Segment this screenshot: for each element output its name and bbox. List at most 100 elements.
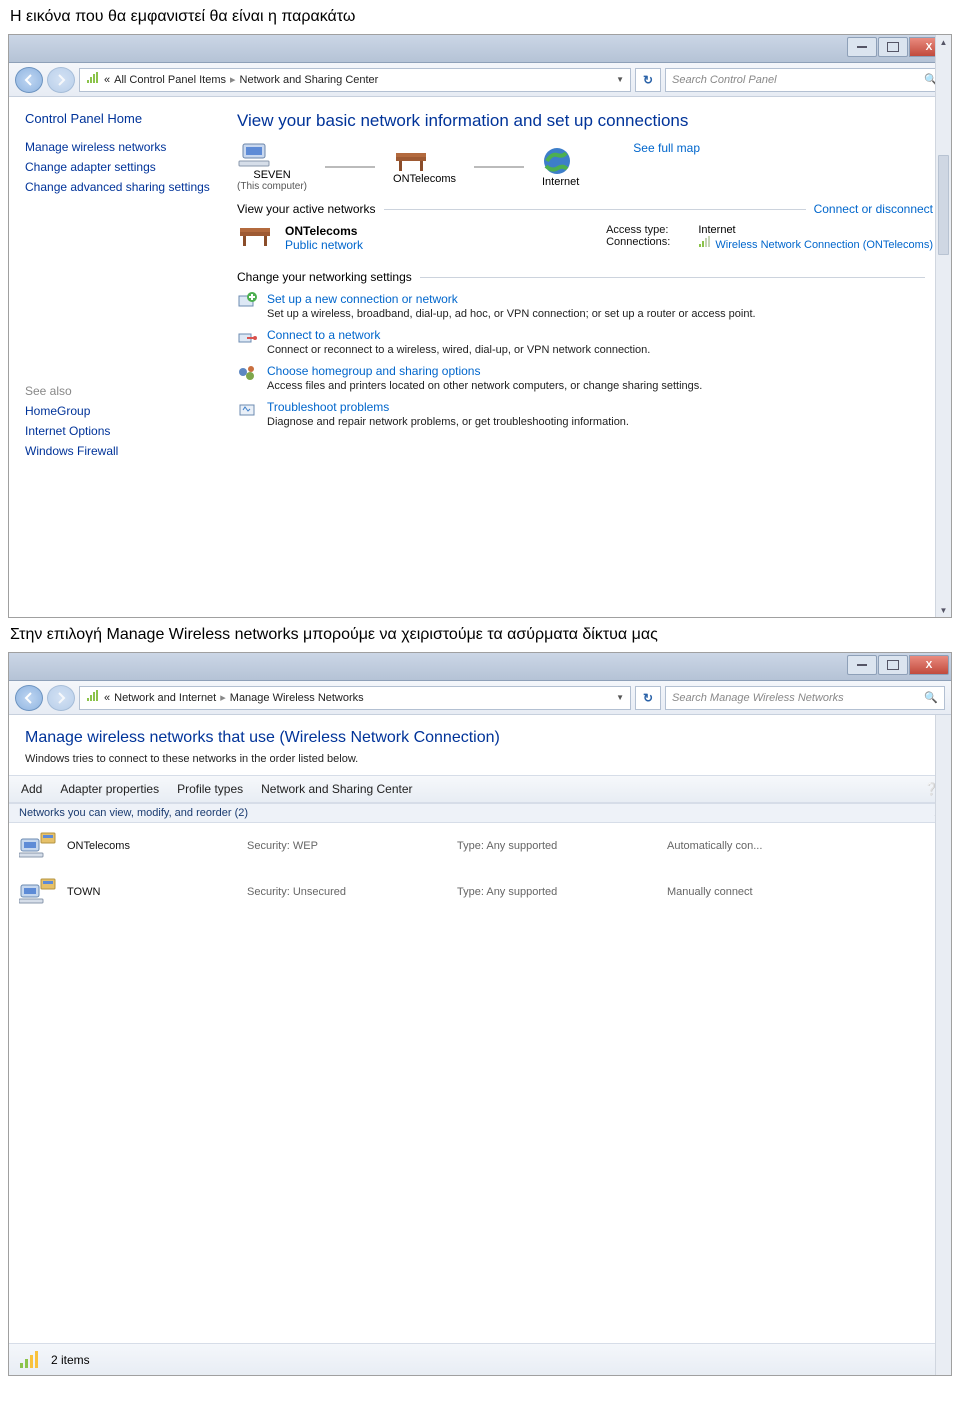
network-row[interactable]: TOWN Security: Unsecured Type: Any suppo… — [9, 869, 951, 915]
map-node3-label: Internet — [542, 176, 579, 188]
breadcrumb-seg1[interactable]: All Control Panel Items — [114, 74, 226, 86]
active-network-type-link[interactable]: Public network — [285, 238, 363, 252]
scrollbar-thumb[interactable] — [938, 155, 949, 255]
breadcrumb[interactable]: « All Control Panel Items ▸ Network and … — [79, 68, 631, 92]
toolbar-network-sharing-button[interactable]: Network and Sharing Center — [261, 782, 412, 796]
networks-group-header[interactable]: Networks you can view, modify, and reord… — [9, 803, 951, 823]
scroll-up-icon[interactable]: ▲ — [936, 35, 951, 49]
chevron-right-icon: ▸ — [220, 691, 226, 704]
toolbar-add-button[interactable]: Add — [21, 782, 42, 796]
wireless-network-icon — [19, 831, 57, 861]
network-security: Security: Unsecured — [247, 886, 447, 898]
task-troubleshoot[interactable]: Troubleshoot problems Diagnose and repai… — [237, 400, 933, 428]
task-desc: Set up a wireless, broadband, dial-up, a… — [267, 308, 756, 320]
search-icon: 🔍 — [924, 691, 938, 704]
connection-link[interactable]: Wireless Network Connection (ONTelecoms) — [715, 239, 933, 251]
maximize-button[interactable] — [878, 655, 908, 675]
back-button[interactable] — [15, 67, 43, 93]
breadcrumb-seg2[interactable]: Network and Sharing Center — [240, 74, 379, 86]
sidebar-item-change-adapter[interactable]: Change adapter settings — [25, 160, 213, 174]
task-homegroup[interactable]: Choose homegroup and sharing options Acc… — [237, 364, 933, 392]
sidebar-seealso-windows-firewall[interactable]: Windows Firewall — [25, 444, 213, 458]
window-body: Manage wireless networks that use (Wirel… — [9, 715, 951, 1375]
sidebar-seealso-internet-options[interactable]: Internet Options — [25, 424, 213, 438]
back-button[interactable] — [15, 685, 43, 711]
toolbar-adapter-properties-button[interactable]: Adapter properties — [60, 782, 159, 796]
toolbar-profile-types-button[interactable]: Profile types — [177, 782, 243, 796]
setup-connection-icon — [237, 292, 257, 312]
breadcrumb-seg1[interactable]: Network and Internet — [114, 692, 216, 704]
arrow-right-icon — [55, 692, 67, 704]
sidebar-item-advanced-sharing[interactable]: Change advanced sharing settings — [25, 180, 213, 194]
map-node1-sublabel: (This computer) — [237, 181, 307, 192]
computer-icon — [237, 141, 271, 169]
network-map-row: SEVEN (This computer) ONTelecoms Interne… — [237, 141, 933, 192]
search-input[interactable]: Search Control Panel 🔍 — [665, 68, 945, 92]
breadcrumb-pre: « — [104, 74, 110, 86]
nav-row: « All Control Panel Items ▸ Network and … — [9, 63, 951, 97]
window-titlebar: X — [9, 35, 951, 63]
status-item-count: 2 items — [51, 1353, 90, 1367]
map-node1-label: SEVEN — [237, 169, 307, 181]
sidebar-seealso-label: See also — [25, 384, 213, 398]
refresh-button[interactable]: ↻ — [635, 686, 661, 710]
breadcrumb-seg2[interactable]: Manage Wireless Networks — [230, 692, 364, 704]
active-network-info: Access type: Connections: Internet Wirel… — [606, 224, 933, 251]
task-title: Connect to a network — [267, 328, 650, 342]
task-title: Set up a new connection or network — [267, 292, 756, 306]
window-network-sharing-center: X « All Control Panel Items ▸ Network an… — [8, 34, 952, 618]
breadcrumb-dropdown-icon[interactable]: ▼ — [616, 75, 624, 84]
signal-bars-icon — [698, 239, 712, 251]
bench-icon — [237, 224, 273, 248]
see-full-map-link[interactable]: See full map — [633, 141, 700, 155]
troubleshoot-icon — [237, 400, 257, 420]
arrow-left-icon — [23, 74, 35, 86]
doc-intro-text: Η εικόνα που θα εμφανιστεί θα είναι η πα… — [10, 8, 950, 26]
minimize-button[interactable] — [847, 37, 877, 57]
active-network-text: ONTelecoms Public network — [285, 224, 363, 252]
maximize-button[interactable] — [878, 37, 908, 57]
search-input[interactable]: Search Manage Wireless Networks 🔍 — [665, 686, 945, 710]
scroll-down-icon[interactable]: ▼ — [936, 603, 951, 617]
divider-icon — [420, 277, 925, 278]
arrow-right-icon — [55, 74, 67, 86]
vertical-scrollbar[interactable] — [935, 715, 951, 1375]
network-connect-mode: Automatically con... — [667, 840, 941, 852]
task-title: Troubleshoot problems — [267, 400, 629, 414]
forward-button[interactable] — [47, 685, 75, 711]
access-type-value: Internet — [698, 224, 933, 236]
globe-icon — [542, 146, 572, 176]
refresh-button[interactable]: ↻ — [635, 68, 661, 92]
close-button[interactable]: X — [909, 655, 949, 675]
homegroup-icon — [237, 364, 257, 384]
arrow-left-icon — [23, 692, 35, 704]
sidebar-item-manage-wireless[interactable]: Manage wireless networks — [25, 140, 213, 154]
window-manage-wireless: X « Network and Internet ▸ Manage Wirele… — [8, 652, 952, 1376]
page-heading: View your basic network information and … — [237, 111, 933, 131]
sidebar-home-link[interactable]: Control Panel Home — [25, 111, 213, 126]
sidebar: Control Panel Home Manage wireless netwo… — [9, 97, 229, 617]
task-desc: Diagnose and repair network problems, or… — [267, 416, 629, 428]
breadcrumb-dropdown-icon[interactable]: ▼ — [616, 693, 624, 702]
minimize-button[interactable] — [847, 655, 877, 675]
sidebar-seealso-homegroup[interactable]: HomeGroup — [25, 404, 213, 418]
refresh-icon: ↻ — [643, 691, 653, 705]
connect-network-icon — [237, 328, 257, 348]
window-titlebar: X — [9, 653, 951, 681]
search-placeholder: Search Manage Wireless Networks — [672, 692, 844, 704]
task-desc: Connect or reconnect to a wireless, wire… — [267, 344, 650, 356]
vertical-scrollbar[interactable]: ▲ ▼ — [935, 35, 951, 617]
task-connect-network[interactable]: Connect to a network Connect or reconnec… — [237, 328, 933, 356]
status-bar: 2 items — [9, 1343, 935, 1375]
active-network-block: ONTelecoms Public network Access type: C… — [237, 220, 933, 260]
map-node-this-computer: SEVEN (This computer) — [237, 141, 307, 192]
task-setup-connection[interactable]: Set up a new connection or network Set u… — [237, 292, 933, 320]
network-name: ONTelecoms — [67, 840, 237, 852]
refresh-icon: ↻ — [643, 73, 653, 87]
network-row[interactable]: ONTelecoms Security: WEP Type: Any suppo… — [9, 823, 951, 869]
breadcrumb[interactable]: « Network and Internet ▸ Manage Wireless… — [79, 686, 631, 710]
task-title: Choose homegroup and sharing options — [267, 364, 702, 378]
connect-disconnect-link[interactable]: Connect or disconnect — [814, 202, 933, 216]
forward-button[interactable] — [47, 67, 75, 93]
breadcrumb-icon — [86, 72, 100, 87]
